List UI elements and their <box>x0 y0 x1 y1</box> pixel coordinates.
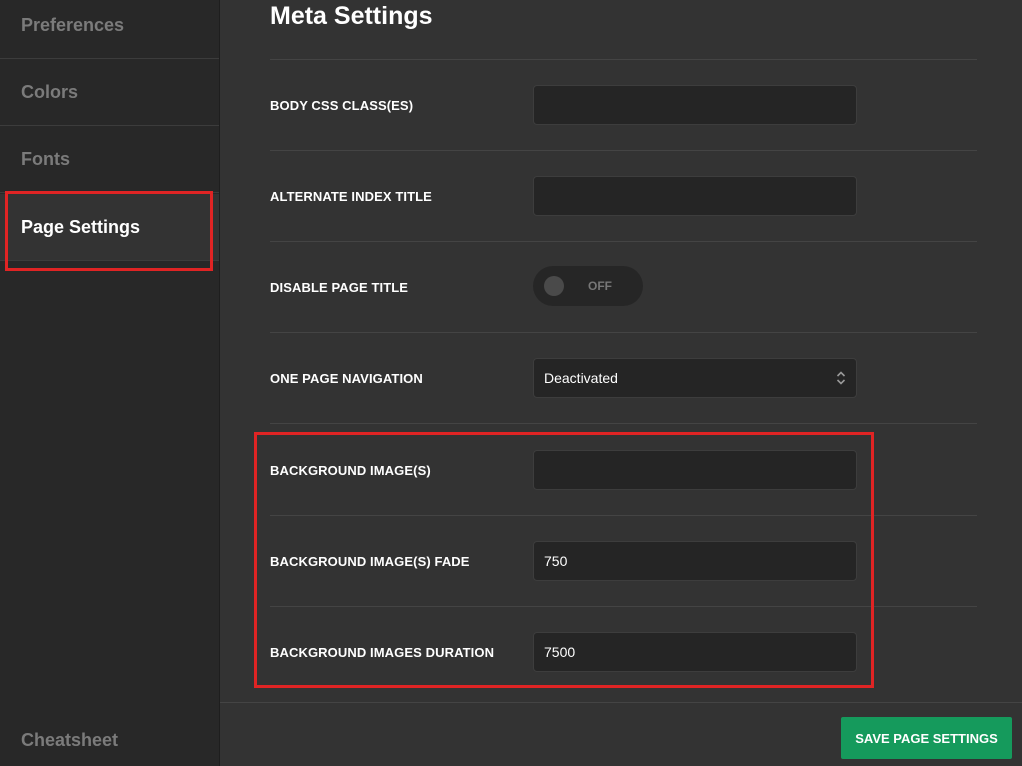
one-page-navigation-select[interactable]: Deactivated <box>533 358 857 398</box>
field-label: ONE PAGE NAVIGATION <box>270 371 423 386</box>
alternate-index-title-input[interactable] <box>533 176 857 216</box>
settings-row-body-css: BODY CSS CLASS(ES) <box>270 60 977 151</box>
sidebar-item-label: Colors <box>21 81 79 102</box>
page-title: Meta Settings <box>270 2 433 30</box>
select-value: Deactivated <box>544 370 618 386</box>
settings-row-background-images: BACKGROUND IMAGE(S) <box>270 425 977 516</box>
toggle-knob <box>544 276 564 296</box>
field-label: BODY CSS CLASS(ES) <box>270 98 414 113</box>
sidebar-item-cheatsheet[interactable]: Cheatsheet <box>21 730 118 751</box>
field-label: ALTERNATE INDEX TITLE <box>270 189 432 204</box>
sidebar-item-page-settings[interactable]: Page Settings <box>0 194 219 261</box>
field-label: BACKGROUND IMAGES DURATION <box>270 645 495 660</box>
chevron-up-down-icon <box>836 371 846 385</box>
toggle-state-label: OFF <box>588 279 612 293</box>
field-label: BACKGROUND IMAGE(S) <box>270 463 431 478</box>
settings-row-disable-page-title: DISABLE PAGE TITLE OFF <box>270 242 977 333</box>
settings-row-one-page-navigation: ONE PAGE NAVIGATION Deactivated <box>270 333 977 424</box>
sidebar-item-preferences[interactable]: Preferences <box>0 0 219 59</box>
field-label: BACKGROUND IMAGE(S) FADE <box>270 554 470 569</box>
body-css-input[interactable] <box>533 85 857 125</box>
main-panel: Meta Settings BODY CSS CLASS(ES) ALTERNA… <box>220 0 1022 766</box>
field-label: DISABLE PAGE TITLE <box>270 280 409 295</box>
sidebar: Preferences Colors Fonts Page Settings C… <box>0 0 220 766</box>
save-page-settings-button[interactable]: SAVE PAGE SETTINGS <box>841 717 1012 759</box>
disable-page-title-toggle[interactable]: OFF <box>533 266 643 306</box>
settings-row-background-fade: BACKGROUND IMAGE(S) FADE <box>270 516 977 607</box>
sidebar-item-colors[interactable]: Colors <box>0 59 219 126</box>
background-fade-input[interactable] <box>533 541 857 581</box>
settings-row-alt-index-title: ALTERNATE INDEX TITLE <box>270 151 977 242</box>
sidebar-item-label: Fonts <box>21 148 70 169</box>
sidebar-item-fonts[interactable]: Fonts <box>0 126 219 193</box>
sidebar-item-label: Page Settings <box>21 216 141 237</box>
footer-divider <box>220 702 1022 703</box>
app-window: Preferences Colors Fonts Page Settings C… <box>0 0 1022 766</box>
background-duration-input[interactable] <box>533 632 857 672</box>
background-images-input[interactable] <box>533 450 857 490</box>
sidebar-item-label: Preferences <box>21 14 125 35</box>
settings-row-background-duration: BACKGROUND IMAGES DURATION <box>270 607 977 698</box>
